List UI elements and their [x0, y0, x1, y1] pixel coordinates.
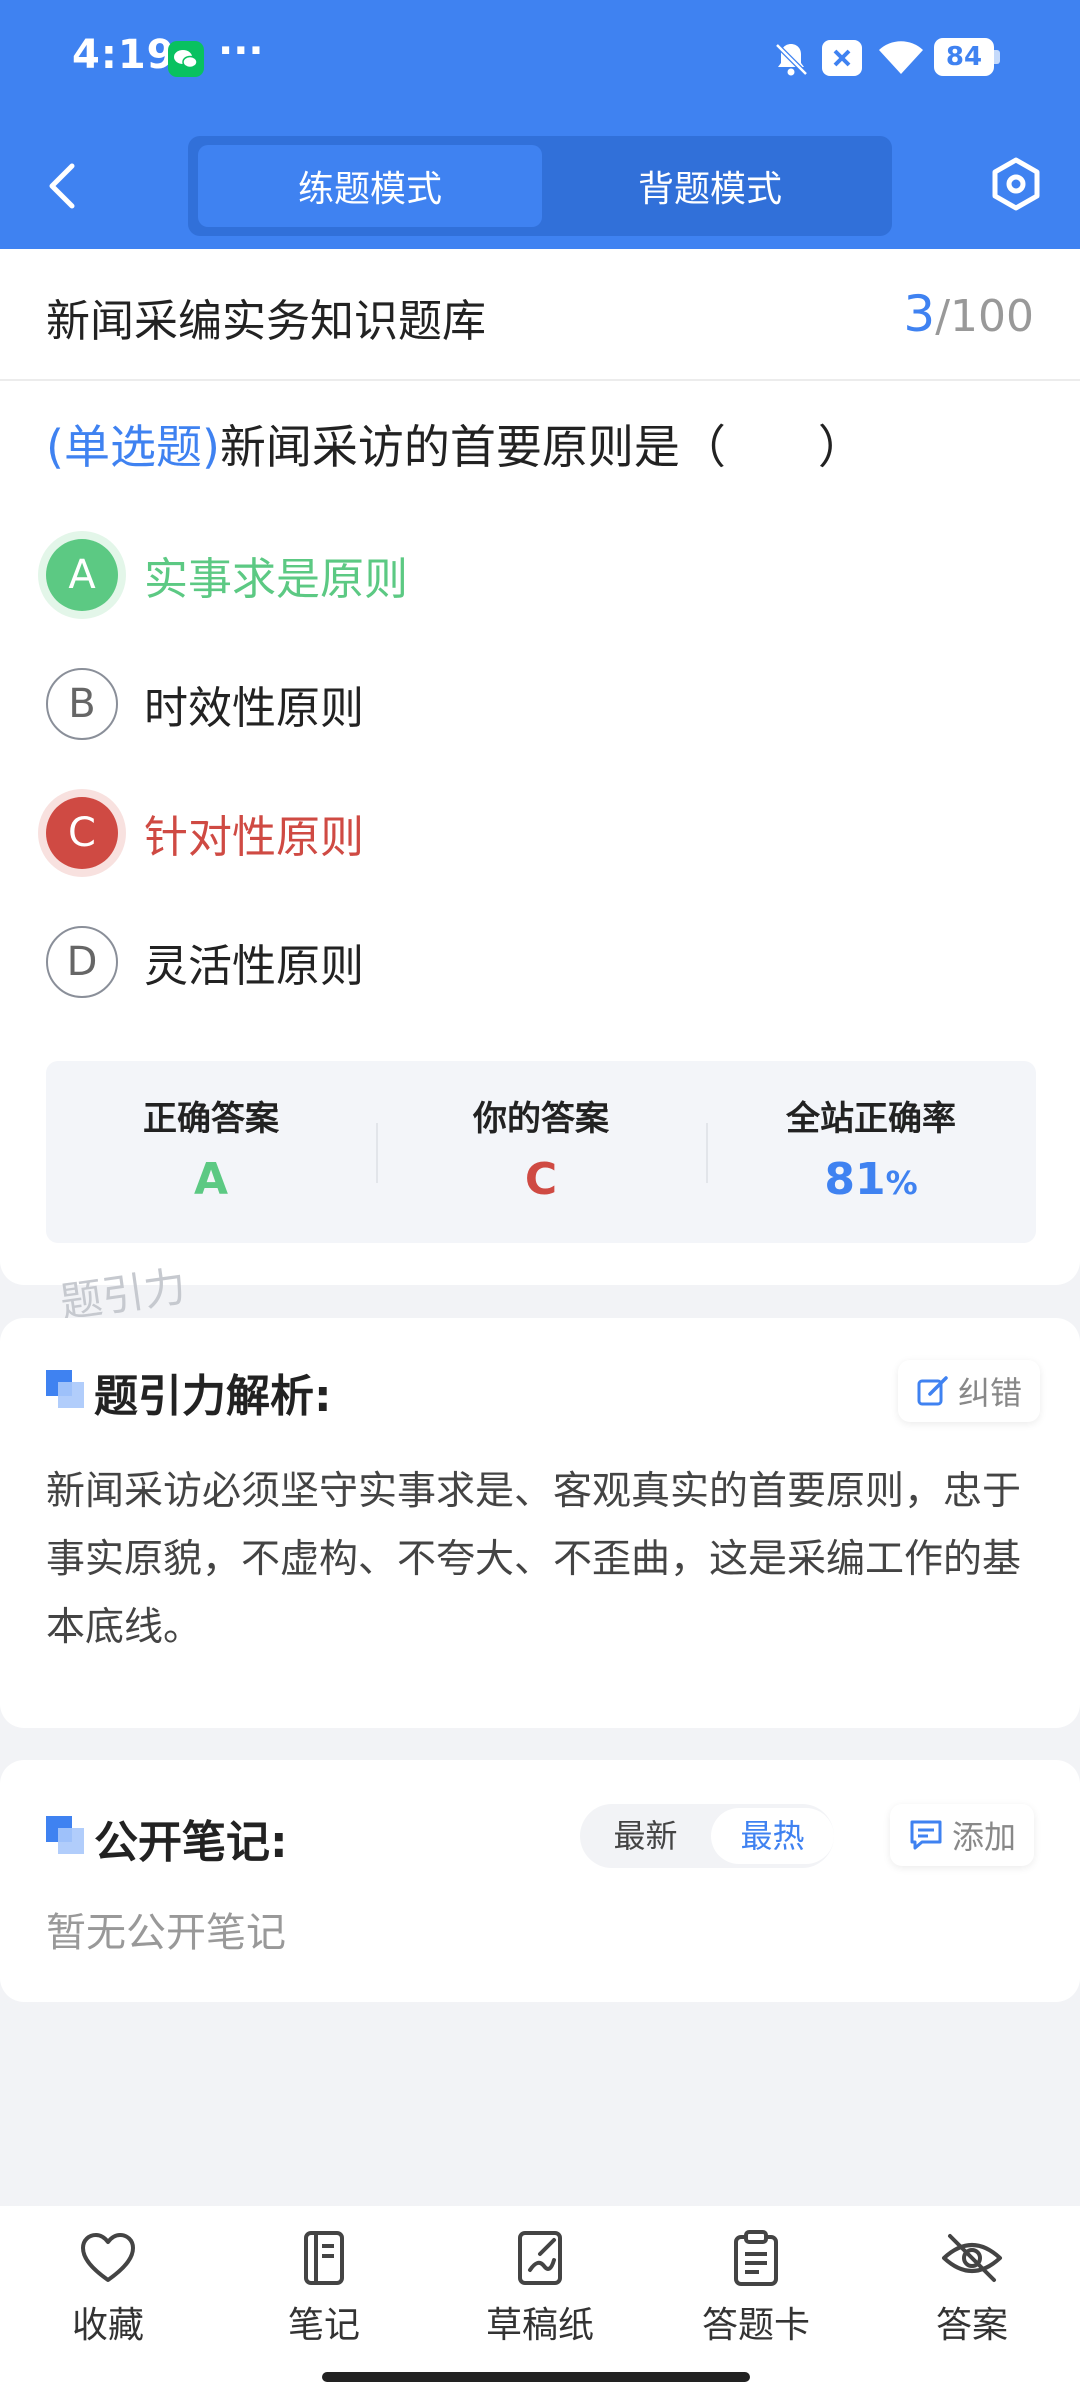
notes-title: 公开笔记:	[94, 1817, 288, 1868]
nav-answer-toggle[interactable]: 答案	[882, 2230, 1062, 2348]
notebook-icon	[304, 2231, 344, 2285]
correct-answer-value: A	[193, 1154, 229, 1205]
nav-favorite[interactable]: 收藏	[18, 2230, 198, 2348]
notes-empty-text: 暂无公开笔记	[46, 1910, 286, 1956]
more-notifications-indicator: ···	[218, 28, 264, 74]
battery-tip	[994, 50, 1000, 64]
heart-icon	[81, 2233, 135, 2282]
question-text: 新闻采访的首要原则是（ ）	[219, 420, 864, 474]
accuracy-rate-column: 全站正确率 81%	[706, 1061, 1036, 1243]
progress-current: 3	[903, 285, 936, 343]
option-d[interactable]: D 灵活性原则	[46, 926, 364, 998]
add-note-label: 添加	[952, 1818, 1017, 1856]
nav-label: 笔记	[287, 2305, 360, 2346]
option-letter: B	[46, 668, 118, 740]
option-letter: C	[46, 797, 118, 869]
status-time: 4:19	[72, 32, 176, 78]
accuracy-rate-value: 81%	[706, 1154, 1036, 1205]
nav-label: 答案	[935, 2305, 1008, 2346]
draft-paper-icon	[518, 2231, 562, 2285]
nav-draft-paper[interactable]: 草稿纸	[450, 2230, 630, 2348]
analysis-title: 题引力解析:	[94, 1371, 332, 1422]
nav-answer-sheet[interactable]: 答题卡	[666, 2230, 846, 2348]
divider	[0, 379, 1080, 381]
question-progress: 3/100	[903, 285, 1034, 343]
eye-off-icon	[942, 2234, 1002, 2282]
your-answer-column: 你的答案 C	[376, 1061, 706, 1243]
notes-sort-switch: 最新 最热	[580, 1804, 834, 1868]
nav-label: 草稿纸	[485, 2305, 594, 2346]
sort-newest[interactable]: 最新	[584, 1808, 707, 1864]
option-b[interactable]: B 时效性原则	[46, 668, 364, 740]
bottom-nav: 收藏 笔记 草稿纸 答题卡 答案	[0, 2206, 1080, 2400]
wechat-notification-icon	[168, 41, 204, 77]
question-type: (单选题)	[46, 420, 220, 474]
tab-practice-mode[interactable]: 练题模式	[198, 145, 542, 227]
comment-icon	[910, 1820, 942, 1850]
sim-disabled-icon	[822, 40, 862, 76]
home-indicator[interactable]	[322, 2372, 750, 2382]
correct-answer-label: 正确答案	[143, 1099, 279, 1139]
option-a[interactable]: A 实事求是原则	[46, 539, 408, 611]
question-card: 新闻采编实务知识题库 3/100 (单选题)新闻采访的首要原则是（ ） A 实事…	[0, 249, 1080, 1285]
settings-hexagon-icon[interactable]	[990, 156, 1042, 212]
your-answer-label: 你的答案	[473, 1099, 609, 1139]
question-stem: (单选题)新闻采访的首要原则是（ ）	[46, 411, 864, 477]
analysis-text: 新闻采访必须坚守实事求是、客观真实的首要原则，忠于事实原貌，不虚构、不夸大、不歪…	[46, 1469, 1022, 1650]
analysis-card: 题引力解析: 纠错 新闻采访必须坚守实事求是、客观真实的首要原则，忠于事实原貌，…	[0, 1318, 1080, 1728]
sort-hottest[interactable]: 最热	[711, 1808, 834, 1864]
app-header: 4:19 ··· 84 练题模式 背题模式	[0, 0, 1080, 249]
section-square-icon	[46, 1370, 84, 1408]
bell-off-icon	[770, 38, 812, 80]
battery-level: 84	[934, 38, 994, 76]
progress-total: /100	[935, 291, 1034, 342]
edit-icon	[917, 1376, 948, 1406]
question-bank-title: 新闻采编实务知识题库	[46, 296, 486, 347]
accuracy-rate-label: 全站正确率	[786, 1099, 956, 1139]
option-c[interactable]: C 针对性原则	[46, 797, 364, 869]
your-answer-value: C	[524, 1154, 558, 1205]
option-letter: A	[46, 539, 118, 611]
option-text: 针对性原则	[144, 812, 364, 863]
nav-notes[interactable]: 笔记	[234, 2230, 414, 2348]
nav-label: 答题卡	[701, 2305, 810, 2346]
back-arrow-icon[interactable]	[42, 158, 82, 214]
section-square-icon	[46, 1816, 84, 1854]
mode-switch: 练题模式 背题模式	[188, 136, 892, 236]
wifi-icon	[876, 36, 926, 78]
option-text: 时效性原则	[144, 683, 364, 734]
option-letter: D	[46, 926, 118, 998]
option-text: 实事求是原则	[144, 554, 408, 605]
option-text: 灵活性原则	[144, 941, 364, 992]
correct-answer-column: 正确答案 A	[46, 1061, 376, 1243]
add-note-button[interactable]: 添加	[890, 1804, 1035, 1866]
accuracy-rate-number: 81	[824, 1154, 886, 1205]
answer-summary: 正确答案 A 你的答案 C 全站正确率 81%	[46, 1061, 1036, 1243]
tab-memorize-mode[interactable]: 背题模式	[538, 145, 882, 227]
public-notes-card: 公开笔记: 最新 最热 添加 暂无公开笔记	[0, 1760, 1080, 2002]
accuracy-rate-unit: %	[885, 1164, 918, 1202]
report-error-label: 纠错	[958, 1374, 1023, 1412]
nav-label: 收藏	[71, 2305, 144, 2346]
report-error-button[interactable]: 纠错	[898, 1360, 1041, 1422]
status-bar: 4:19 ··· 84	[0, 0, 1080, 120]
answer-sheet-icon	[734, 2230, 778, 2286]
